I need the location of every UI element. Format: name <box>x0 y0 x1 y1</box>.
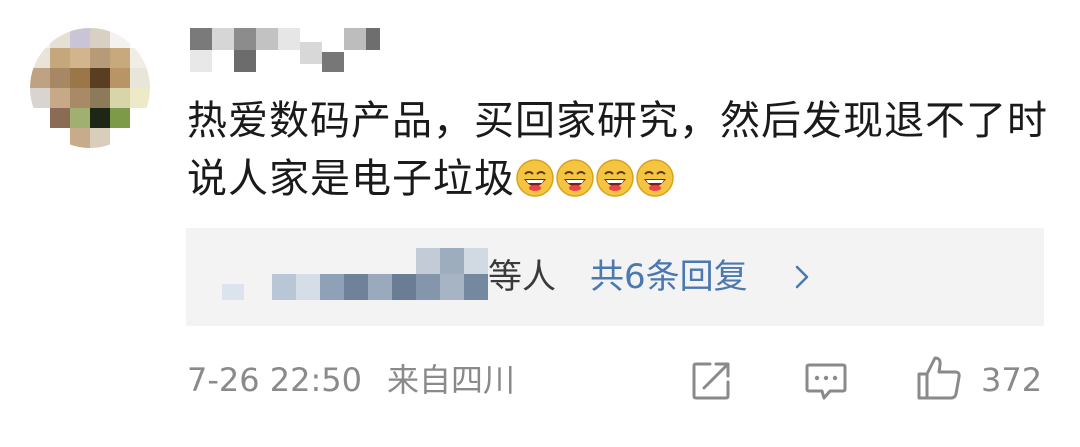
comment-text: 热爱数码产品，买回家研究，然后发现退不了时说人家是电子垃圾 <box>187 92 1057 208</box>
share-icon[interactable] <box>690 360 732 402</box>
view-replies-link[interactable]: 共6条回复 <box>590 254 748 300</box>
chevron-right-icon <box>795 265 809 289</box>
comment-item: 热爱数码产品，买回家研究，然后发现退不了时说人家是电子垃圾 等人 共6条回复 7… <box>0 0 1080 447</box>
comment-footer: 7-26 22:50 来自四川 372 <box>187 350 1057 410</box>
laughing-face-emoji-icon <box>556 159 594 197</box>
timestamp: 7-26 22:50 <box>187 361 363 399</box>
laughing-face-emoji-icon <box>596 159 634 197</box>
location: 来自四川 <box>387 361 516 399</box>
username[interactable] <box>190 28 380 72</box>
comment-icon[interactable] <box>804 360 848 402</box>
laughing-face-emoji-icon <box>636 159 674 197</box>
avatar[interactable] <box>30 28 150 148</box>
reply-users-suffix: 等人 <box>488 257 556 297</box>
like-icon[interactable] <box>915 354 963 402</box>
replies-preview[interactable]: 等人 共6条回复 <box>186 228 1044 326</box>
like-count: 372 <box>981 361 1043 399</box>
laughing-face-emoji-icon <box>516 159 554 197</box>
reply-usernames-redacted <box>212 248 492 304</box>
